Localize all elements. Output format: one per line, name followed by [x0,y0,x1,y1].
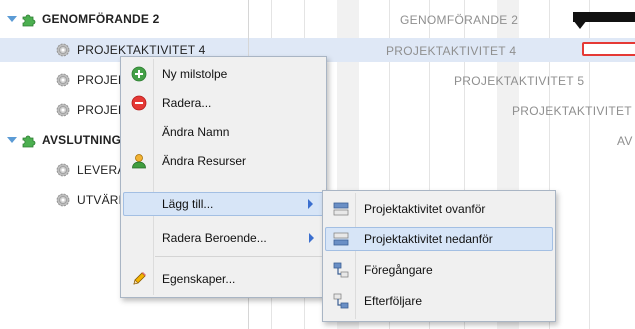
context-menu: Ny milstolpe Radera... Ändra Namn Ändra … [120,56,327,298]
gear-icon [56,103,70,117]
expand-toggle-icon[interactable] [7,137,17,143]
menu-item-ny-milstolpe[interactable]: Ny milstolpe [123,62,324,86]
menu-item-radera-beroende[interactable]: Radera Beroende... [123,226,324,250]
menu-item-andra-namn[interactable]: Ändra Namn [123,120,324,144]
submenu-item-projektaktivitet-ovanfor[interactable]: Projektaktivitet ovanför [325,197,553,221]
menu-item-label: Efterföljare [364,294,423,308]
remove-circle-red-icon [131,95,147,111]
gear-icon [56,73,70,87]
menu-item-label: Projektaktivitet ovanför [364,202,486,216]
gantt-row-label: PROJEKTAKTIVITET 5 [454,74,585,88]
gantt-row-label: GENOMFÖRANDE 2 [400,13,519,27]
gear-icon [56,193,70,207]
menu-item-label: Radera Beroende... [162,231,267,245]
menu-item-label: Ändra Resurser [162,154,247,168]
menu-item-egenskaper[interactable]: Egenskaper... [123,267,324,291]
gantt-task-bar[interactable] [582,42,635,56]
gear-icon [56,43,70,57]
menu-item-lagg-till[interactable]: Lägg till... [123,192,324,216]
submenu-lagg-till: Projektaktivitet ovanför Projektaktivite… [322,190,556,322]
menu-item-label: Ändra Namn [162,125,230,139]
tree-row-genomforande-2[interactable]: GENOMFÖRANDE 2 [0,7,248,31]
successor-icon [333,293,349,309]
insert-below-icon [333,232,349,246]
gantt-row-label: PROJEKTAKTIVITET 4 [386,44,517,58]
gantt-row-label: AV [617,134,633,148]
gear-icon [56,163,70,177]
add-circle-green-icon [131,66,147,82]
insert-above-icon [333,202,349,216]
expand-toggle-icon[interactable] [7,16,17,22]
submenu-arrow-icon [308,199,313,209]
gantt-row-label: PROJEKTAKTIVITET [512,104,632,118]
menu-item-label: Ny milstolpe [162,67,228,81]
submenu-item-efterfoljare[interactable]: Efterföljare [325,289,553,313]
tree-row-label: PROJEKTAKTIVITET 4 [77,43,206,57]
pencil-icon [133,272,146,285]
menu-item-label: Lägg till... [162,197,214,211]
menu-item-andra-resurser[interactable]: Ändra Resurser [123,149,324,173]
puzzle-green-icon [22,135,36,148]
submenu-arrow-icon [309,233,314,243]
submenu-item-foregangare[interactable]: Föregångare [325,258,553,282]
tree-row-label: AVSLUTNING [42,133,122,147]
menu-item-label: Projektaktivitet nedanför [364,232,493,246]
tree-row-label: GENOMFÖRANDE 2 [42,12,160,26]
gantt-summary-bar-tip [573,20,587,29]
menu-item-radera[interactable]: Radera... [123,91,324,115]
menu-item-label: Radera... [162,96,212,110]
submenu-item-projektaktivitet-nedanfor[interactable]: Projektaktivitet nedanför [325,227,553,251]
user-icon [132,154,146,169]
menu-item-label: Föregångare [364,263,433,277]
predecessor-icon [333,262,349,278]
menu-item-label: Egenskaper... [162,272,236,286]
menu-separator [155,256,322,257]
puzzle-green-icon [22,14,36,27]
